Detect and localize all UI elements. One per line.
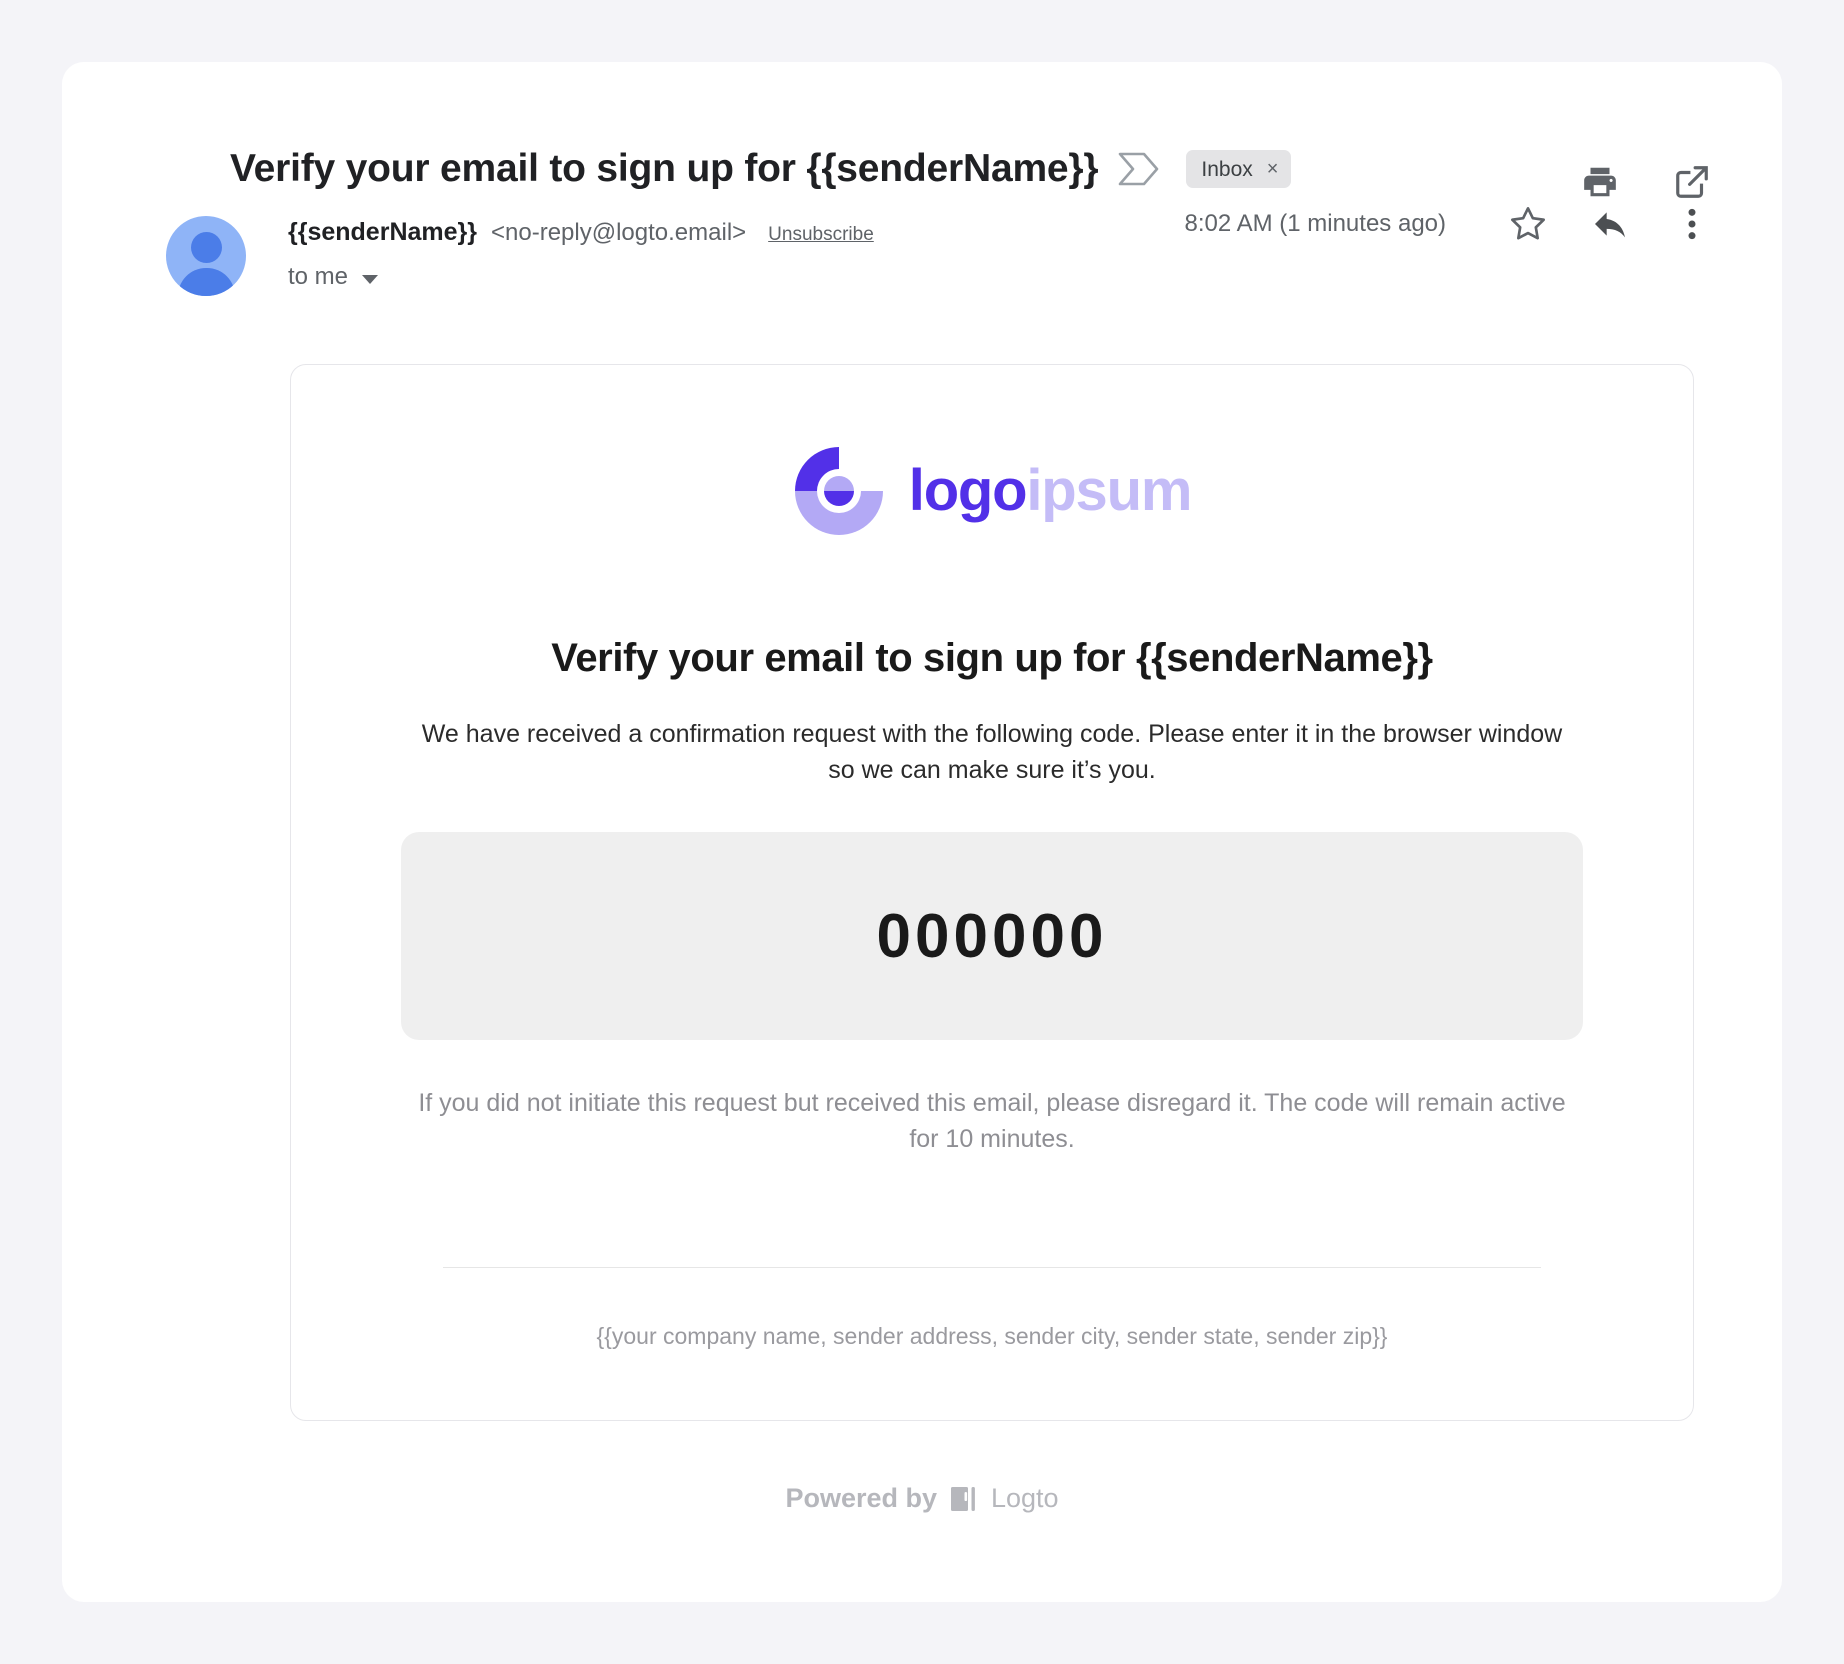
- sender-name: {{senderName}}: [288, 218, 477, 246]
- logoipsum-mark-icon: [793, 445, 885, 537]
- brand-logo: logoipsum: [401, 445, 1583, 537]
- verification-code-box: 000000: [401, 832, 1583, 1040]
- email-body: logoipsum Verify your email to sign up f…: [290, 364, 1694, 1422]
- subject-header: Verify your email to sign up for {{sende…: [62, 62, 1782, 198]
- logto-icon: [950, 1485, 977, 1513]
- sender-info: {{senderName}} <no-reply@logto.email> Un…: [288, 212, 874, 310]
- page-background: Verify your email to sign up for {{sende…: [0, 0, 1844, 1664]
- chevron-down-icon[interactable]: [362, 274, 379, 284]
- logoipsum-wordmark: logoipsum: [909, 462, 1193, 520]
- close-icon[interactable]: ×: [1267, 159, 1279, 179]
- divider: [443, 1267, 1541, 1268]
- inbox-label-text: Inbox: [1201, 157, 1253, 181]
- email-viewer-card: Verify your email to sign up for {{sende…: [62, 62, 1782, 1602]
- email-paragraph: We have received a confirmation request …: [421, 720, 1563, 784]
- logto-wordmark: Logto: [990, 1483, 1059, 1514]
- email-heading: Verify your email to sign up for {{sende…: [551, 636, 1433, 680]
- sender-actions: 8:02 AM (1 minutes ago): [1185, 204, 1712, 244]
- email-footer-address: {{your company name, sender address, sen…: [596, 1323, 1388, 1349]
- star-icon[interactable]: [1508, 204, 1548, 244]
- logo-text-secondary: ipsum: [1026, 458, 1192, 523]
- sender-line-primary: {{senderName}} <no-reply@logto.email> Un…: [288, 218, 874, 247]
- sender-header: {{senderName}} <no-reply@logto.email> Un…: [62, 180, 1782, 310]
- logo-text-primary: logo: [908, 458, 1028, 523]
- sender-email: <no-reply@logto.email>: [491, 219, 747, 246]
- powered-by-footer: Powered by Logto: [62, 1483, 1782, 1514]
- more-options-icon[interactable]: [1672, 204, 1712, 244]
- timestamp: 8:02 AM (1 minutes ago): [1184, 210, 1446, 237]
- unsubscribe-link[interactable]: Unsubscribe: [768, 224, 874, 246]
- recipient-row[interactable]: to me: [288, 263, 874, 291]
- reply-icon[interactable]: [1590, 204, 1630, 244]
- powered-by-label: Powered by: [785, 1483, 937, 1514]
- email-disclaimer: If you did not initiate this request but…: [418, 1089, 1566, 1153]
- avatar: [166, 216, 246, 296]
- recipient-label: to me: [288, 263, 349, 290]
- verification-code: 000000: [876, 901, 1108, 971]
